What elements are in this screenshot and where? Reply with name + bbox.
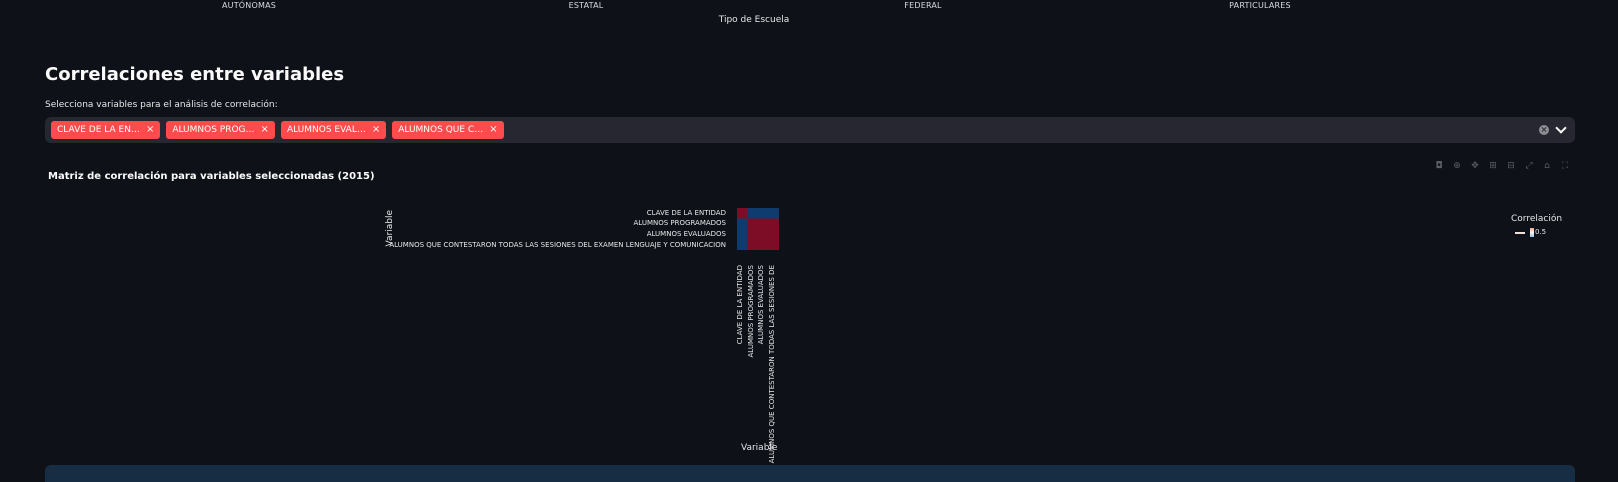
close-icon[interactable]: × xyxy=(146,125,154,135)
close-icon[interactable]: × xyxy=(261,125,269,135)
chip-label: ALUMNOS EVAL… xyxy=(286,125,366,135)
variables-multiselect[interactable]: CLAVE DE LA EN… × ALUMNOS PROG… × ALUMNO… xyxy=(45,117,1575,143)
chip-label: ALUMNOS PROG… xyxy=(172,125,255,135)
heatmap-cell[interactable] xyxy=(768,239,780,251)
chip-alumnos-que-contestaron[interactable]: ALUMNOS QUE C… × xyxy=(392,121,504,139)
correlation-heatmap[interactable] xyxy=(737,208,779,250)
heatmap-cell[interactable] xyxy=(737,218,748,230)
colorbar xyxy=(1530,228,1534,237)
row-label: ALUMNOS EVALUADOS xyxy=(646,230,726,238)
heatmap-cell[interactable] xyxy=(758,239,769,251)
top-axis-title: Tipo de Escuela xyxy=(718,15,790,25)
heatmap-cell[interactable] xyxy=(737,208,748,219)
heatmap-cell[interactable] xyxy=(747,229,759,240)
top-axis-tick: PARTICULARES xyxy=(1229,1,1291,10)
chart-modebar: ◘ ⊕ ✥ ⊞ ⊟ ⤢ ⌂ ⛶ xyxy=(1434,161,1570,171)
section-title: Correlaciones entre variables xyxy=(45,64,345,85)
heatmap-cell[interactable] xyxy=(758,229,769,240)
chip-label: ALUMNOS QUE C… xyxy=(398,125,484,135)
row-label: ALUMNOS PROGRAMADOS xyxy=(633,219,726,227)
top-axis-tick: FEDERAL xyxy=(904,1,942,10)
chip-clave-entidad[interactable]: CLAVE DE LA EN… × xyxy=(51,121,161,139)
reset-icon[interactable]: ⌂ xyxy=(1542,161,1552,171)
heatmap-cell[interactable] xyxy=(737,229,748,240)
chart-title: Matriz de correlación para variables sel… xyxy=(48,171,375,182)
fullscreen-icon[interactable]: ⛶ xyxy=(1560,161,1570,171)
autoscale-icon[interactable]: ⤢ xyxy=(1524,161,1534,171)
heatmap-cell[interactable] xyxy=(758,208,769,219)
col-label: ALUMNOS QUE CONTESTARON TODAS LAS SESION… xyxy=(768,265,776,464)
heatmap-cell[interactable] xyxy=(758,218,769,230)
zoom-out-icon[interactable]: ⊟ xyxy=(1506,161,1516,171)
pan-icon[interactable]: ✥ xyxy=(1470,161,1480,171)
heatmap-cell[interactable] xyxy=(737,239,748,251)
col-label: CLAVE DE LA ENTIDAD xyxy=(736,265,744,345)
col-label: ALUMNOS EVALUADOS xyxy=(757,265,765,345)
row-label: CLAVE DE LA ENTIDAD xyxy=(646,209,726,217)
clear-all-icon[interactable]: × xyxy=(1539,125,1549,135)
close-icon[interactable]: × xyxy=(372,125,380,135)
zoom-icon[interactable]: ⊕ xyxy=(1452,161,1462,171)
chip-label: CLAVE DE LA EN… xyxy=(57,125,140,135)
col-label: ALUMNOS PROGRAMADOS xyxy=(747,265,755,358)
close-icon[interactable]: × xyxy=(489,125,497,135)
camera-icon[interactable]: ◘ xyxy=(1434,161,1444,171)
x-axis-title: Variable xyxy=(741,443,778,453)
top-axis-tick: ESTATAL xyxy=(568,1,604,10)
legend-swatch xyxy=(1515,232,1525,234)
row-label: ALUMNOS QUE CONTESTARON TODAS LAS SESION… xyxy=(389,241,726,249)
heatmap-cell[interactable] xyxy=(768,218,780,230)
legend-title: Correlación xyxy=(1511,214,1563,224)
heatmap-cell[interactable] xyxy=(768,229,780,240)
selected-chips: CLAVE DE LA EN… × ALUMNOS PROG… × ALUMNO… xyxy=(51,121,504,139)
top-axis-tick: AUTÓNOMAS xyxy=(221,1,277,10)
heatmap-cell[interactable] xyxy=(747,208,759,219)
chip-alumnos-evaluados[interactable]: ALUMNOS EVAL… × xyxy=(280,121,387,139)
heatmap-cell[interactable] xyxy=(747,218,759,230)
colorbar-tick: 0.5 xyxy=(1535,228,1547,236)
heatmap-cell[interactable] xyxy=(747,239,759,251)
interpretation-expander[interactable] xyxy=(45,465,1575,482)
zoom-in-icon[interactable]: ⊞ xyxy=(1488,161,1498,171)
heatmap-cell[interactable] xyxy=(768,208,780,219)
chevron-down-icon[interactable] xyxy=(1555,122,1567,134)
multiselect-label: Selecciona variables para el análisis de… xyxy=(45,100,278,110)
chip-alumnos-programados[interactable]: ALUMNOS PROG… × xyxy=(166,121,275,139)
